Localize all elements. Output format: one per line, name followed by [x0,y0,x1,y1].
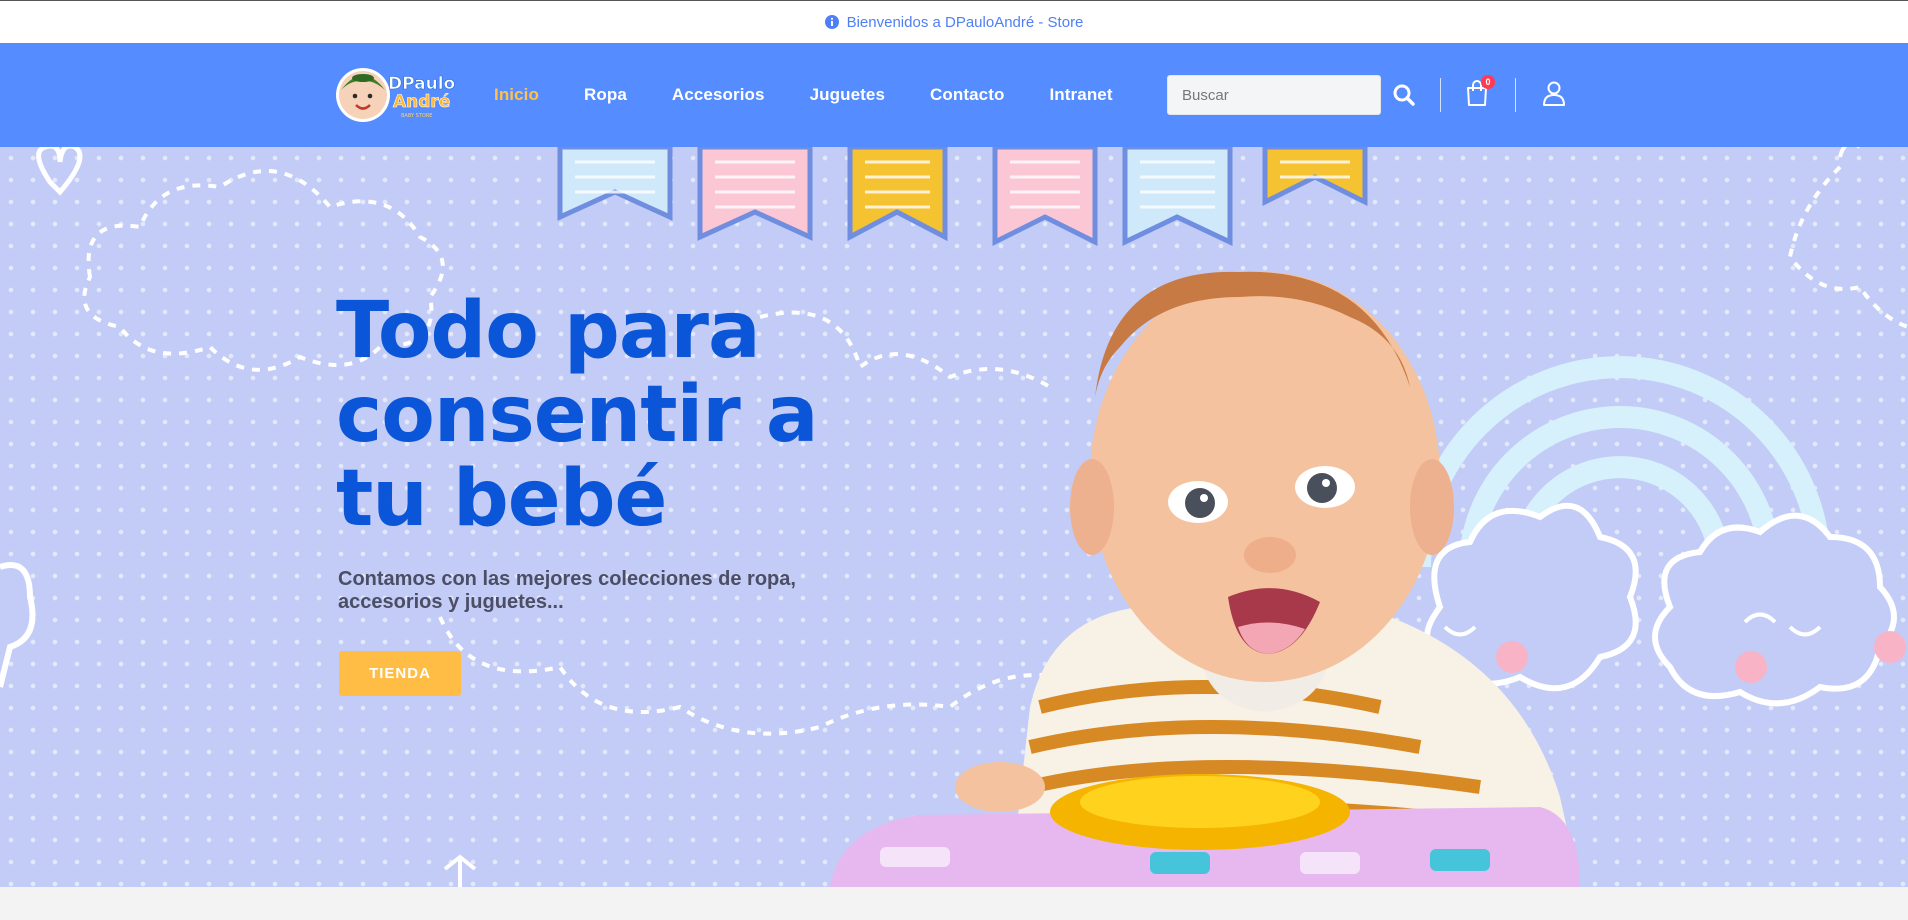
hero-subtitle: Contamos con las mejores colecciones de … [338,568,796,613]
logo-tagline: BABY STORE [401,113,432,119]
hero-illustration [0,147,1908,887]
hero-title-line-3: tu bebé [336,454,667,544]
logo-line-2: André [393,92,450,112]
nav-item-inicio[interactable]: Inicio [494,85,539,105]
search-input[interactable] [1167,75,1381,115]
site-header: DPaulo André BABY STORE Inicio Ropa Acce… [0,43,1908,147]
next-section-strip [0,887,1908,920]
nav-item-juguetes[interactable]: Juguetes [810,85,885,105]
nav-item-accesorios[interactable]: Accesorios [672,85,765,105]
nav-item-contacto[interactable]: Contacto [930,85,1004,105]
hero-banner: Todo para consentir a tu bebé Contamos c… [0,147,1908,887]
logo-line-1: DPaulo [388,74,455,94]
hero-title: Todo para consentir a tu bebé [336,289,896,541]
user-icon[interactable] [1542,80,1566,108]
header-divider [1440,78,1441,112]
shop-button[interactable]: TIENDA [339,651,461,696]
announcement-bar: Bienvenidos a DPauloAndré - Store [0,0,1908,43]
hero-title-line-1: Todo para [336,286,761,376]
header-divider [1515,78,1516,112]
store-logo[interactable]: DPaulo André BABY STORE [333,63,459,125]
info-icon [824,15,839,29]
announcement-text: Bienvenidos a DPauloAndré - Store [846,13,1084,31]
nav-item-intranet[interactable]: Intranet [1049,85,1112,105]
search-icon[interactable] [1392,83,1416,107]
main-nav: Inicio Ropa Accesorios Juguetes Contacto… [494,43,1158,147]
hero-title-line-2: consentir a [336,370,818,460]
nav-item-ropa[interactable]: Ropa [584,85,627,105]
cart-count-badge: 0 [1481,75,1495,89]
